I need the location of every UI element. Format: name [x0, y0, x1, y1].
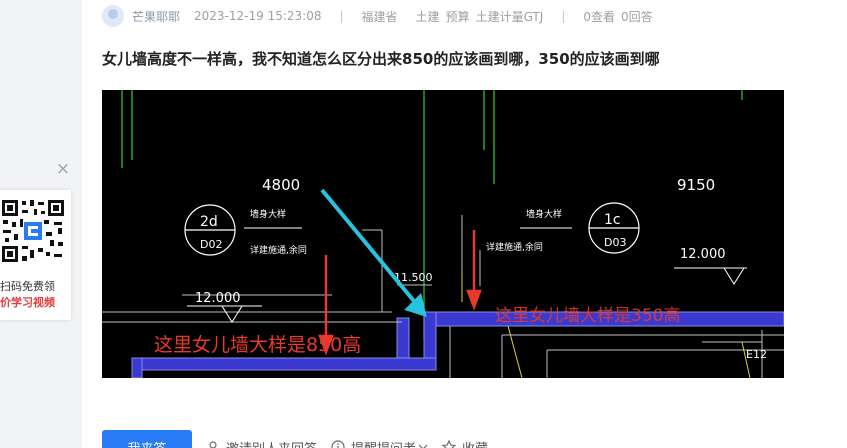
axis-left-top: 2d: [200, 214, 218, 230]
axis-right-top: 1c: [604, 212, 621, 228]
annotation-850: 这里女儿墙大样是850高: [154, 334, 361, 356]
qr-ad-line2: 价学习视频: [0, 296, 55, 309]
author-name[interactable]: 芒果耶耶: [132, 8, 180, 25]
elevation-right: 12.000: [680, 247, 726, 262]
meta-separator: |: [339, 9, 344, 23]
remind-label: 提醒提问者: [351, 438, 416, 448]
axis-left-bottom: D02: [200, 238, 222, 251]
action-bar: 我来答 邀请别人来回答 提醒提问者 收藏: [102, 430, 488, 448]
page: × 扫码免费领 价学习视频 芒果耶耶 2023-12-19 15:23:08 |…: [0, 0, 847, 448]
answer-button[interactable]: 我来答: [102, 430, 192, 448]
axis-code-label: E12: [746, 348, 767, 361]
detail-title-left: 墙身大样: [250, 208, 286, 220]
invite-label: 邀请别人来回答: [226, 438, 317, 448]
favorite-button[interactable]: 收藏: [442, 438, 488, 448]
topic-tag[interactable]: 土建计量GTJ: [476, 8, 544, 25]
user-icon: [209, 441, 217, 448]
chevron-down-icon: [418, 444, 428, 448]
dim-right-label: 9150: [677, 176, 715, 194]
topic-tag[interactable]: 预算: [446, 8, 470, 25]
dim-left-label: 4800: [262, 176, 300, 194]
avatar[interactable]: [102, 5, 124, 27]
meta-separator: |: [561, 9, 566, 23]
elevation-left: 12.000: [195, 291, 241, 306]
qr-ad-card[interactable]: 扫码免费领 价学习视频: [0, 190, 71, 320]
question-title: 女儿墙高度不一样高，我不知道怎么区分出来850的应该画到哪，350的应该画到哪: [102, 50, 660, 68]
qr-ad-line1: 扫码免费领: [0, 280, 55, 293]
invite-button[interactable]: 邀请别人来回答: [206, 438, 317, 448]
remind-button[interactable]: 提醒提问者: [331, 438, 428, 448]
topic-tag[interactable]: 土建: [416, 8, 440, 25]
view-count: 0查看: [583, 9, 615, 24]
answer-count: 0回答: [621, 9, 653, 24]
star-icon: [442, 440, 457, 448]
axis-right-bottom: D03: [604, 236, 626, 249]
close-icon[interactable]: ×: [55, 161, 71, 178]
detail-note-right: 详建施通,余同: [486, 241, 543, 253]
favorite-label: 收藏: [462, 438, 488, 448]
region-tag[interactable]: 福建省: [362, 8, 398, 25]
qr-code-icon: [0, 198, 66, 264]
detail-note-left: 详建施通,余同: [250, 244, 307, 256]
detail-title-right: 墙身大样: [526, 208, 562, 220]
question-meta: 芒果耶耶 2023-12-19 15:23:08 | 福建省 土建 预算 土建计…: [102, 5, 659, 27]
annotation-350: 这里女儿墙大样是350高: [495, 306, 680, 326]
info-icon: [331, 440, 345, 448]
cad-drawing: 4800 9150 2d D02 1c D03 墙身大样 详建施通,余同 墙身大…: [102, 90, 784, 378]
cad-drawing-image[interactable]: 4800 9150 2d D02 1c D03 墙身大样 详建施通,余同 墙身大…: [102, 90, 784, 378]
question-panel: 芒果耶耶 2023-12-19 15:23:08 | 福建省 土建 预算 土建计…: [82, 0, 847, 448]
post-time: 2023-12-19 15:23:08: [194, 9, 322, 23]
